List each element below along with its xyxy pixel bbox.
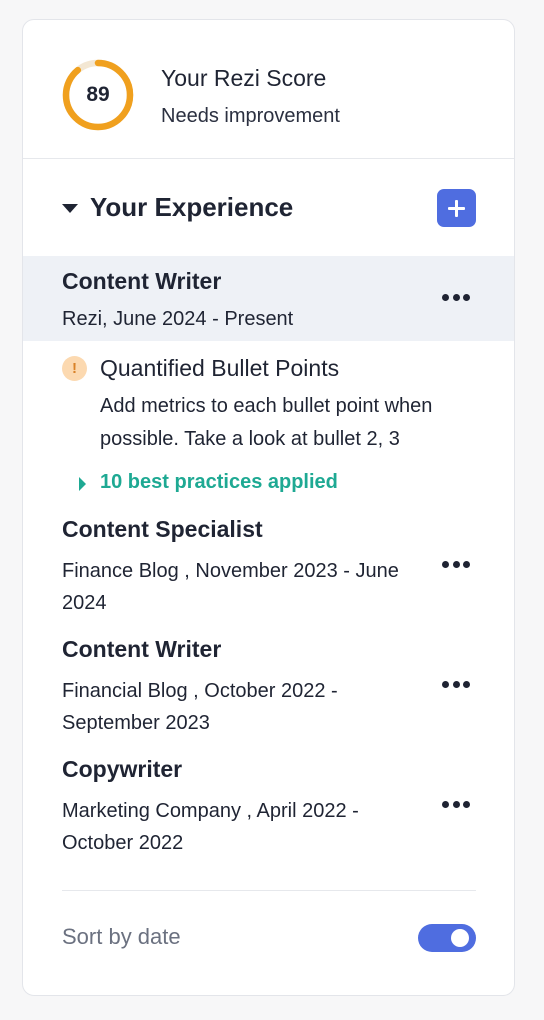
- feedback-text: Add metrics to each bullet point when po…: [100, 395, 433, 450]
- more-options-icon[interactable]: [442, 680, 472, 690]
- experience-item[interactable]: Content Specialist Finance Blog , Novemb…: [23, 516, 514, 626]
- experience-subtitle: Marketing Company , April 2022 - October…: [62, 800, 359, 854]
- experience-title: Content Specialist: [62, 516, 263, 542]
- score-ring: 89: [62, 59, 134, 131]
- experience-item[interactable]: Content Writer Financial Blog , October …: [23, 636, 514, 746]
- divider: [62, 890, 476, 891]
- experience-subtitle: Financial Blog , October 2022 - Septembe…: [62, 680, 338, 734]
- experience-section-header: Your Experience: [23, 159, 514, 256]
- experience-item[interactable]: Content Writer Rezi, June 2024 - Present: [23, 256, 514, 341]
- score-status: Needs improvement: [161, 105, 340, 127]
- experience-subtitle: Rezi, June 2024 - Present: [62, 308, 294, 330]
- more-options-icon[interactable]: [442, 800, 472, 810]
- rezi-score-header: 89 Your Rezi Score Needs improvement: [23, 20, 514, 159]
- toggle-knob: [451, 929, 469, 947]
- experience-item[interactable]: Copywriter Marketing Company , April 202…: [23, 756, 514, 866]
- experience-subtitle: Finance Blog , November 2023 - June 2024: [62, 560, 399, 614]
- experience-panel: 89 Your Rezi Score Needs improvement You…: [22, 19, 515, 996]
- experience-title: Content Writer: [62, 636, 222, 662]
- experience-title: Content Writer: [62, 268, 222, 294]
- best-practices-label: 10 best practices applied: [100, 471, 338, 493]
- more-options-icon[interactable]: [442, 293, 472, 303]
- more-options-icon[interactable]: [442, 560, 472, 570]
- sort-by-date-toggle[interactable]: [418, 924, 476, 952]
- feedback-title: Quantified Bullet Points: [100, 355, 340, 381]
- collapse-caret-icon[interactable]: [62, 204, 78, 213]
- sort-by-date-label: Sort by date: [62, 924, 181, 949]
- score-title: Your Rezi Score: [161, 65, 327, 91]
- score-value: 89: [86, 83, 110, 106]
- exclamation-icon: !: [62, 356, 87, 381]
- experience-title: Copywriter: [62, 756, 183, 782]
- expand-caret-icon: [79, 477, 86, 491]
- section-title[interactable]: Your Experience: [90, 192, 293, 223]
- add-experience-button[interactable]: [437, 189, 476, 227]
